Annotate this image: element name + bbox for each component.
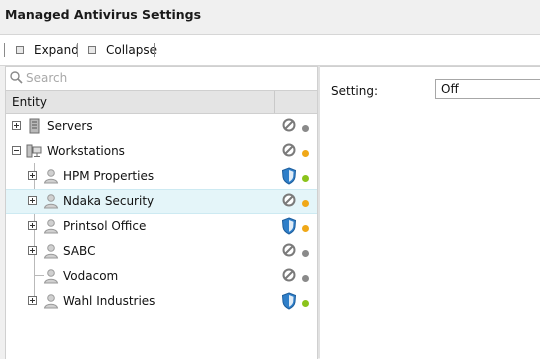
shield-icon <box>281 167 297 185</box>
tree-row-label: Wahl Industries <box>63 294 156 308</box>
toolbar-separator <box>77 43 78 57</box>
status-dot <box>302 150 309 157</box>
user-icon <box>43 294 59 309</box>
tree-row-wahl-industries[interactable]: Wahl Industries <box>6 289 317 314</box>
window-title: Managed Antivirus Settings <box>5 7 202 22</box>
tree-row-workstations[interactable]: Workstations <box>6 139 317 164</box>
expand-button[interactable]: Expand <box>16 41 79 59</box>
user-icon <box>43 169 59 184</box>
column-separator[interactable] <box>274 91 275 113</box>
collapse-button[interactable]: Collapse <box>88 41 157 59</box>
column-header[interactable]: Entity <box>6 90 317 114</box>
user-icon <box>43 219 59 234</box>
expand-toggle-icon[interactable] <box>28 171 37 180</box>
workstation-icon <box>26 144 42 158</box>
user-icon <box>43 244 59 259</box>
tree-row-vodacom[interactable]: Vodacom <box>6 264 317 289</box>
tree-row-label: Workstations <box>47 144 125 158</box>
tree-row-label: Vodacom <box>63 269 119 283</box>
toolbar-separator <box>4 43 5 57</box>
toolbar-separator <box>154 43 155 57</box>
status-dot <box>302 175 309 182</box>
disabled-icon <box>282 243 296 257</box>
server-icon <box>29 118 40 134</box>
setting-label: Setting: <box>331 84 379 98</box>
setting-select[interactable]: Off <box>435 79 540 99</box>
expand-toggle-icon[interactable] <box>28 296 37 305</box>
expand-label: Expand <box>34 43 79 57</box>
disabled-icon <box>282 268 296 282</box>
expand-icon <box>16 46 24 54</box>
status-dot <box>302 125 309 132</box>
tree-row-sabc[interactable]: SABC <box>6 239 317 264</box>
search-box <box>6 67 317 89</box>
status-dot <box>302 200 309 207</box>
collapse-icon <box>88 46 96 54</box>
tree-row-ndaka-security[interactable]: Ndaka Security <box>6 189 317 214</box>
expand-toggle-icon[interactable] <box>28 246 37 255</box>
tree-row-label: Printsol Office <box>63 219 147 233</box>
shield-icon <box>281 217 297 235</box>
settings-panel: Setting: Off <box>320 66 540 359</box>
expand-toggle-icon[interactable] <box>12 121 21 130</box>
search-input[interactable] <box>26 69 306 87</box>
entity-tree-panel: Entity Servers Workstations <box>5 66 318 359</box>
tree-row-label: SABC <box>63 244 96 258</box>
status-dot <box>302 250 309 257</box>
user-icon <box>43 269 59 284</box>
tree-row-label: HPM Properties <box>63 169 155 183</box>
tree-row-hpm-properties[interactable]: HPM Properties <box>6 164 317 189</box>
collapse-toggle-icon[interactable] <box>12 146 21 155</box>
user-icon <box>43 194 59 209</box>
toolbar: Expand Collapse <box>0 34 540 66</box>
search-icon <box>10 71 23 84</box>
shield-icon <box>281 292 297 310</box>
collapse-label: Collapse <box>106 43 157 57</box>
status-dot <box>302 225 309 232</box>
tree-row-servers[interactable]: Servers <box>6 114 317 139</box>
column-header-entity[interactable]: Entity <box>12 95 47 109</box>
disabled-icon <box>282 118 296 132</box>
tree-row-printsol-office[interactable]: Printsol Office <box>6 214 317 239</box>
status-dot <box>302 300 309 307</box>
expand-toggle-icon[interactable] <box>28 196 37 205</box>
status-dot <box>302 275 309 282</box>
expand-toggle-icon[interactable] <box>28 221 37 230</box>
tree-row-label: Ndaka Security <box>63 194 155 208</box>
tree-row-label: Servers <box>47 119 93 133</box>
disabled-icon <box>282 143 296 157</box>
disabled-icon <box>282 193 296 207</box>
